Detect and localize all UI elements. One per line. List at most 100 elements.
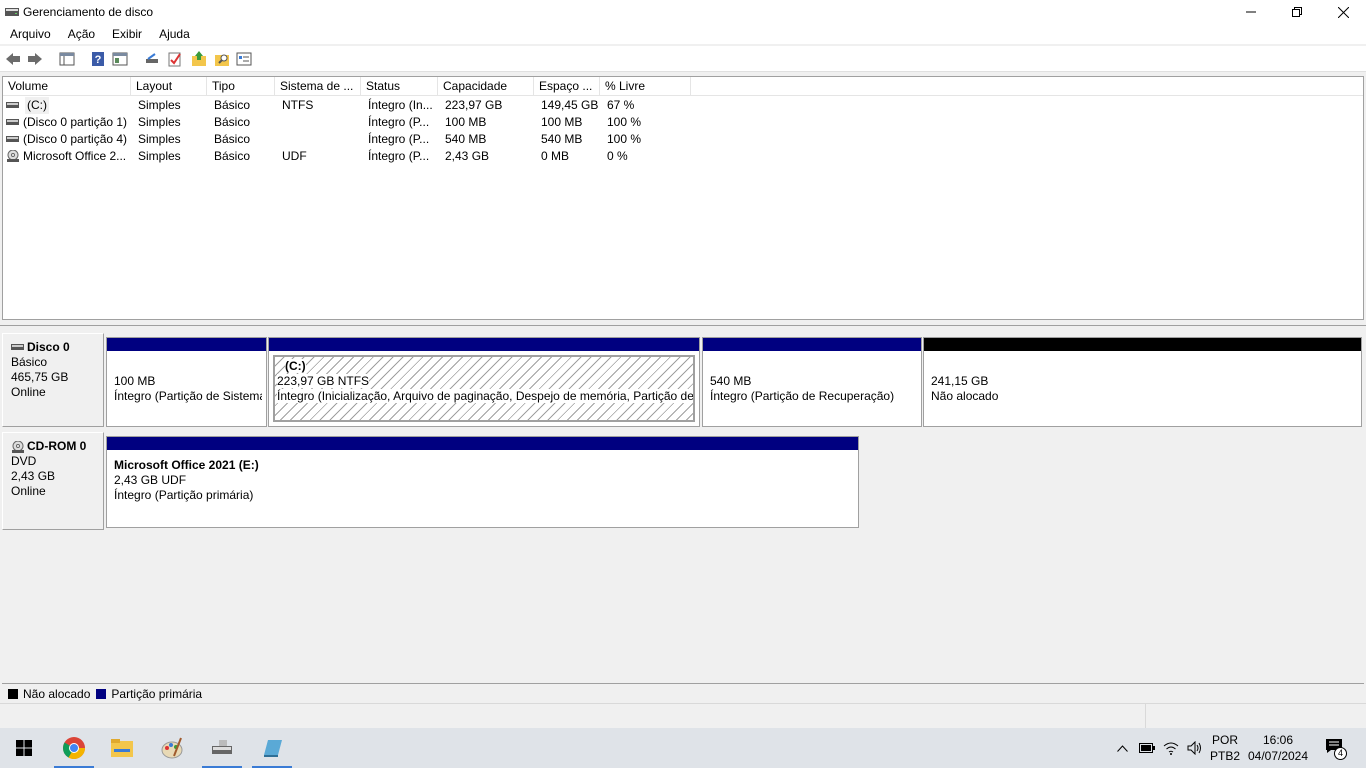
clock-time: 16:06 xyxy=(1262,733,1294,747)
disk-name: Disco 0 xyxy=(27,340,70,354)
column-header-sistema[interactable]: Sistema de ... xyxy=(275,77,361,96)
connect-button[interactable] xyxy=(143,50,161,68)
show-hidden-icons-button[interactable] xyxy=(1112,728,1132,768)
disk-name: CD-ROM 0 xyxy=(27,439,87,453)
cell-livre: 100 % xyxy=(607,132,642,146)
pane-splitter[interactable] xyxy=(0,320,1366,326)
check-button[interactable] xyxy=(166,50,184,68)
legend-label: Partição primária xyxy=(111,686,203,701)
column-header-espaco[interactable]: Espaço ... xyxy=(534,77,600,96)
cell-volume: (Disco 0 partição 1) xyxy=(23,115,128,129)
drive-icon xyxy=(6,119,19,125)
taskbar-file-explorer[interactable] xyxy=(98,728,146,768)
legend-label: Não alocado xyxy=(23,686,91,701)
table-row[interactable]: (Disco 0 partição 4) Simples Básico Ínte… xyxy=(3,131,1363,148)
battery-button[interactable] xyxy=(1136,728,1158,768)
cell-volume: (Disco 0 partição 4) xyxy=(23,132,128,146)
help-icon: ? xyxy=(92,52,104,66)
back-button[interactable] xyxy=(4,50,22,68)
partition-size: 2,43 GB UDF xyxy=(114,473,187,487)
cell-capacidade: 223,97 GB xyxy=(445,98,503,112)
taskbar-disk-management[interactable] xyxy=(198,728,246,768)
partition-cdrom[interactable]: Microsoft Office 2021 (E:) 2,43 GB UDF Í… xyxy=(106,436,859,528)
column-header-status[interactable]: Status xyxy=(361,77,438,96)
partition-recovery[interactable]: 540 MB Íntegro (Partição de Recuperação) xyxy=(702,337,922,427)
column-header-capacidade[interactable]: Capacidade xyxy=(438,77,534,96)
disk-0-label[interactable]: Disco 0 Básico 465,75 GB Online xyxy=(2,333,104,427)
restore-icon xyxy=(1292,7,1302,17)
minimize-button[interactable] xyxy=(1228,0,1274,24)
search-folder-button[interactable] xyxy=(213,50,231,68)
partition-title xyxy=(931,359,1357,374)
drive-icon xyxy=(11,344,24,350)
drive-icon xyxy=(6,136,19,142)
partition-bar xyxy=(107,338,266,351)
chrome-icon xyxy=(63,737,85,759)
partition-size: 241,15 GB xyxy=(931,374,989,388)
taskbar-paint[interactable] xyxy=(148,728,196,768)
cell-livre: 0 % xyxy=(607,149,628,163)
file-explorer-icon xyxy=(111,739,133,757)
properties-button[interactable] xyxy=(111,50,129,68)
cdrom-icon xyxy=(7,150,19,162)
clock[interactable]: 16:06 04/07/2024 xyxy=(1244,728,1312,768)
partition-size: 223,97 GB NTFS xyxy=(277,374,370,388)
cell-capacidade: 540 MB xyxy=(445,132,487,146)
partition-bar xyxy=(107,437,858,450)
speaker-icon xyxy=(1187,741,1201,755)
cell-volume: (C:) xyxy=(25,97,49,114)
cell-volume: Microsoft Office 2... xyxy=(23,149,127,163)
language-indicator[interactable]: POR PTB2 xyxy=(1208,728,1242,768)
taskbar: POR PTB2 16:06 04/07/2024 4 xyxy=(0,728,1366,768)
column-header-volume[interactable]: Volume xyxy=(3,77,131,96)
taskbar-app[interactable] xyxy=(248,728,296,768)
disk-management-app-icon xyxy=(4,5,20,19)
partition-unallocated[interactable]: 241,15 GB Não alocado xyxy=(923,337,1362,427)
volume-list-header: Volume Layout Tipo Sistema de ... Status… xyxy=(3,77,1363,96)
column-header-layout[interactable]: Layout xyxy=(131,77,207,96)
menu-acao[interactable]: Ação xyxy=(58,27,102,41)
console-tree-icon xyxy=(59,52,75,66)
column-header-tipo[interactable]: Tipo xyxy=(207,77,275,96)
disk-state: Online xyxy=(11,385,46,399)
clock-date: 04/07/2024 xyxy=(1247,749,1309,763)
help-button[interactable]: ? xyxy=(89,50,107,68)
network-button[interactable] xyxy=(1160,728,1182,768)
table-row[interactable]: (Disco 0 partição 1) Simples Básico Ínte… xyxy=(3,114,1363,131)
view-button[interactable] xyxy=(235,50,253,68)
cell-tipo: Básico xyxy=(214,115,251,129)
cell-status: Íntegro (P... xyxy=(368,115,430,129)
column-header-livre[interactable]: % Livre xyxy=(600,77,691,96)
notification-count-badge: 4 xyxy=(1334,747,1347,760)
cell-status: Íntegro (P... xyxy=(368,132,430,146)
taskbar-chrome[interactable] xyxy=(50,728,98,768)
table-row[interactable]: Microsoft Office 2... Simples Básico UDF… xyxy=(3,148,1363,165)
menu-arquivo[interactable]: Arquivo xyxy=(0,27,58,41)
forward-button[interactable] xyxy=(26,50,44,68)
cell-status: Íntegro (In... xyxy=(368,98,433,112)
menu-bar: Arquivo Ação Exibir Ajuda xyxy=(0,24,1366,44)
start-button[interactable] xyxy=(0,728,48,768)
paint-icon xyxy=(161,737,183,759)
restore-button[interactable] xyxy=(1274,0,1320,24)
up-folder-button[interactable] xyxy=(190,50,208,68)
cdrom-0-label[interactable]: CD-ROM 0 DVD 2,43 GB Online xyxy=(2,432,104,530)
notification-center-button[interactable]: 4 xyxy=(1318,728,1352,768)
menu-ajuda[interactable]: Ajuda xyxy=(149,27,197,41)
partition-system[interactable]: 100 MB Íntegro (Partição de Sistema xyxy=(106,337,267,427)
cell-layout: Simples xyxy=(138,149,181,163)
partition-c[interactable]: (C:) 223,97 GB NTFS Íntegro (Inicializaç… xyxy=(268,337,700,427)
menu-exibir[interactable]: Exibir xyxy=(102,27,149,41)
partition-bar xyxy=(703,338,921,351)
disk-management-icon xyxy=(212,740,232,754)
table-row[interactable]: (C:) Simples Básico NTFS Íntegro (In... … xyxy=(3,97,1363,114)
forward-icon xyxy=(28,53,42,65)
console-tree-button[interactable] xyxy=(58,50,76,68)
cell-layout: Simples xyxy=(138,115,181,129)
app-icon xyxy=(264,740,282,757)
close-button[interactable] xyxy=(1320,0,1366,24)
volume-button[interactable] xyxy=(1184,728,1206,768)
volume-list: Volume Layout Tipo Sistema de ... Status… xyxy=(2,76,1364,320)
battery-icon xyxy=(1139,743,1155,753)
properties-icon xyxy=(112,52,128,66)
